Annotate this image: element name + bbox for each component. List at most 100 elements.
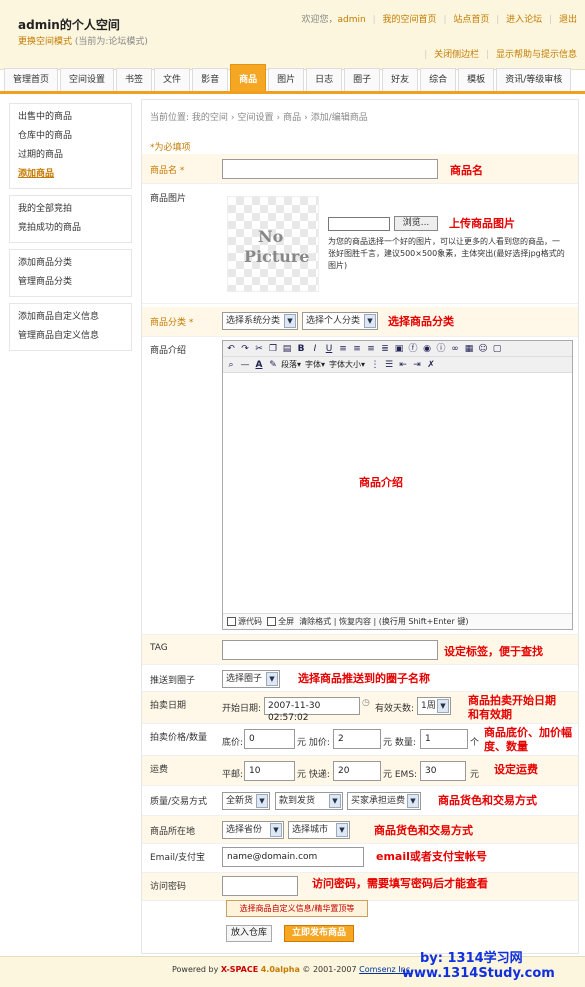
sidebar-item-on-sale[interactable]: 出售中的商品 bbox=[18, 108, 123, 127]
font-size-dropdown[interactable]: 字体大小▾ bbox=[329, 359, 365, 370]
paragraph-dropdown[interactable]: 段落▾ bbox=[281, 359, 301, 370]
indent-icon[interactable]: ⇥ bbox=[411, 359, 423, 371]
zoom-icon[interactable]: ⌕ bbox=[225, 359, 237, 371]
mail-fee-input[interactable]: 10 bbox=[244, 761, 295, 781]
tab-space-settings[interactable]: 空间设置 bbox=[60, 68, 115, 91]
undo-icon[interactable]: ↶ bbox=[225, 343, 237, 355]
sidebar-item-add-custom[interactable]: 添加商品自定义信息 bbox=[18, 308, 123, 327]
name-input[interactable] bbox=[222, 159, 438, 179]
site-home-link[interactable]: 站点首页 bbox=[453, 15, 489, 25]
tab-groups[interactable]: 圈子 bbox=[344, 68, 381, 91]
custom-info-button[interactable]: 选择商品自定义信息/精华置顶等 bbox=[226, 900, 368, 917]
link-icon[interactable]: ∞ bbox=[449, 343, 461, 355]
tab-media[interactable]: 影音 bbox=[192, 68, 229, 91]
publish-button[interactable]: 立即发布商品 bbox=[284, 925, 354, 942]
sidebar-item-add-goods[interactable]: 添加商品 bbox=[18, 165, 123, 184]
valid-days-select[interactable]: 1周 ▼ bbox=[417, 697, 451, 715]
quality-select[interactable]: 全新货 ▼ bbox=[222, 792, 270, 810]
password-input[interactable] bbox=[222, 876, 298, 896]
email-input[interactable]: name@domain.com bbox=[222, 847, 364, 867]
redo-icon[interactable]: ↷ bbox=[239, 343, 251, 355]
tab-admin-home[interactable]: 管理首页 bbox=[4, 68, 59, 91]
ordered-list-icon[interactable]: ⋮ bbox=[369, 359, 381, 371]
breadcrumb-goods[interactable]: 商品 bbox=[283, 113, 301, 123]
clock-icon[interactable]: ◷ bbox=[362, 698, 370, 708]
category-system-select[interactable]: 选择系统分类 ▼ bbox=[222, 312, 298, 330]
breadcrumb-settings[interactable]: 空间设置 bbox=[238, 113, 274, 123]
tab-files[interactable]: 文件 bbox=[154, 68, 191, 91]
start-date-input[interactable]: 2007-11-30 02:57:02 bbox=[264, 697, 360, 723]
tab-goods[interactable]: 商品 bbox=[230, 64, 267, 91]
hr-icon[interactable]: — bbox=[239, 359, 251, 371]
highlight-icon[interactable]: ✎ bbox=[267, 359, 279, 371]
page-icon[interactable]: ▢ bbox=[491, 343, 503, 355]
xspace-link[interactable]: X-SPACE bbox=[221, 965, 258, 974]
sidebar-item-my-auctions[interactable]: 我的全部竞拍 bbox=[18, 200, 123, 219]
my-space-link[interactable]: 我的空间首页 bbox=[383, 15, 437, 25]
rich-text-editor[interactable]: ↶ ↷ ✂ ❐ ▤ B I U ≡ ≡ ≡ ≣ ▣ ⓕ ◉ ⓘ ∞ ▦ ☺ ▢ … bbox=[222, 340, 573, 630]
quantity-input[interactable]: 1 bbox=[420, 729, 468, 749]
province-select[interactable]: 选择省份 ▼ bbox=[222, 821, 284, 839]
paste-icon[interactable]: ▤ bbox=[281, 343, 293, 355]
sidebar-item-manage-category[interactable]: 管理商品分类 bbox=[18, 273, 123, 292]
breadcrumb-my-space[interactable]: 当前位置: 我的空间 bbox=[150, 113, 228, 123]
align-right-icon[interactable]: ≡ bbox=[365, 343, 377, 355]
editor-actions[interactable]: 清除格式 | 恢复内容 | (换行用 Shift+Enter 键) bbox=[299, 617, 468, 626]
email-label: Email/支付宝 bbox=[150, 853, 206, 863]
unordered-list-icon[interactable]: ☰ bbox=[383, 359, 395, 371]
base-price-input[interactable]: 0 bbox=[244, 729, 295, 749]
copy-icon[interactable]: ❐ bbox=[267, 343, 279, 355]
source-code-checkbox[interactable] bbox=[227, 617, 236, 626]
close-sidebar-link[interactable]: 关闭侧边栏 bbox=[434, 50, 479, 60]
tab-bookmarks[interactable]: 书签 bbox=[116, 68, 153, 91]
push-group-select[interactable]: 选择圈子 ▼ bbox=[222, 670, 280, 688]
show-help-link[interactable]: 显示帮助与提示信息 bbox=[496, 50, 577, 60]
italic-icon[interactable]: I bbox=[309, 343, 321, 355]
tab-general[interactable]: 综合 bbox=[420, 68, 457, 91]
tab-news-review[interactable]: 资讯/等级审核 bbox=[496, 68, 572, 91]
fullscreen-checkbox[interactable] bbox=[267, 617, 277, 626]
ems-fee-input[interactable]: 30 bbox=[420, 761, 466, 781]
cut-icon[interactable]: ✂ bbox=[253, 343, 265, 355]
media-icon[interactable]: ◉ bbox=[421, 343, 433, 355]
tag-input[interactable] bbox=[222, 640, 438, 660]
sidebar-item-in-stock[interactable]: 仓库中的商品 bbox=[18, 127, 123, 146]
underline-icon[interactable]: U bbox=[323, 343, 335, 355]
sidebar-item-expired[interactable]: 过期的商品 bbox=[18, 146, 123, 165]
store-button[interactable]: 放入仓库 bbox=[226, 925, 272, 942]
font-dropdown[interactable]: 字体▾ bbox=[305, 359, 325, 370]
date-label: 拍卖日期 bbox=[150, 701, 187, 711]
info-icon[interactable]: ⓘ bbox=[435, 343, 447, 355]
image-icon[interactable]: ▣ bbox=[393, 343, 405, 355]
bold-icon[interactable]: B bbox=[295, 343, 307, 355]
add-price-input[interactable]: 2 bbox=[333, 729, 381, 749]
change-mode-link[interactable]: 更换空间模式 bbox=[18, 37, 72, 47]
sidebar-item-won-auctions[interactable]: 竞拍成功的商品 bbox=[18, 219, 123, 238]
sidebar-item-manage-custom[interactable]: 管理商品自定义信息 bbox=[18, 327, 123, 346]
align-center-icon[interactable]: ≡ bbox=[351, 343, 363, 355]
sidebar-item-add-category[interactable]: 添加商品分类 bbox=[18, 254, 123, 273]
category-personal-select[interactable]: 选择个人分类 ▼ bbox=[302, 312, 378, 330]
file-input[interactable] bbox=[328, 217, 390, 231]
table-icon[interactable]: ▦ bbox=[463, 343, 475, 355]
outdent-icon[interactable]: ⇤ bbox=[397, 359, 409, 371]
forum-link[interactable]: 进入论坛 bbox=[506, 15, 542, 25]
payment-select[interactable]: 款到发货 ▼ bbox=[275, 792, 343, 810]
browse-button[interactable]: 浏览... bbox=[394, 216, 438, 231]
tab-images[interactable]: 图片 bbox=[268, 68, 305, 91]
flash-icon[interactable]: ⓕ bbox=[407, 343, 419, 355]
smiley-icon[interactable]: ☺ bbox=[477, 343, 489, 355]
city-select[interactable]: 选择城市 ▼ bbox=[288, 821, 350, 839]
font-color-icon[interactable]: A bbox=[253, 359, 265, 371]
align-left-icon[interactable]: ≡ bbox=[337, 343, 349, 355]
username-link[interactable]: admin bbox=[338, 15, 366, 25]
clear-format-icon[interactable]: ✗ bbox=[425, 359, 437, 371]
tab-templates[interactable]: 模板 bbox=[458, 68, 495, 91]
logout-link[interactable]: 退出 bbox=[559, 15, 577, 25]
justify-icon[interactable]: ≣ bbox=[379, 343, 391, 355]
express-fee-input[interactable]: 20 bbox=[333, 761, 381, 781]
fee-select[interactable]: 买家承担运费 ▼ bbox=[347, 792, 421, 810]
tab-blog[interactable]: 日志 bbox=[306, 68, 343, 91]
tab-friends[interactable]: 好友 bbox=[382, 68, 419, 91]
image-hint: 为您的商品选择一个好的图片，可以让更多的人看到您的商品，一张好图胜千言，建议50… bbox=[328, 237, 565, 270]
